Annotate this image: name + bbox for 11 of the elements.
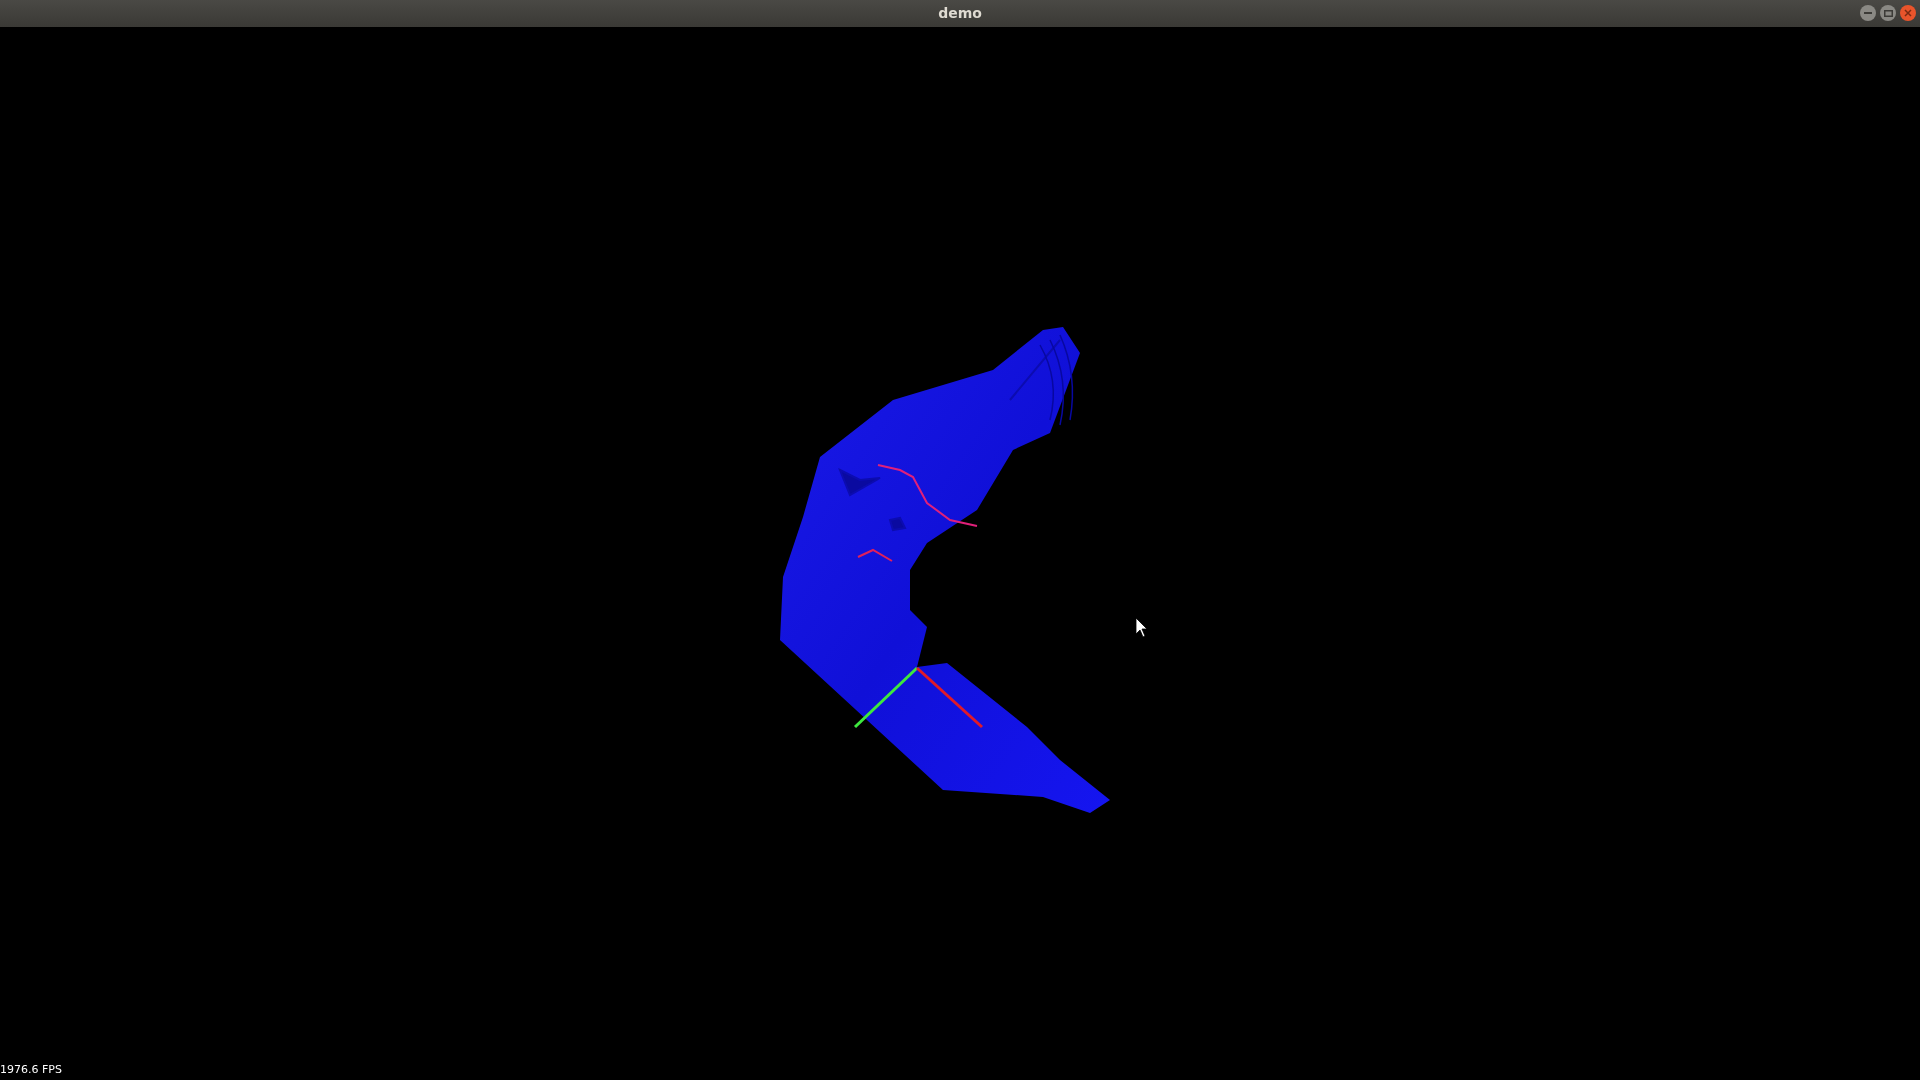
mouse-cursor-icon [1135,617,1148,638]
axis-x-line [916,666,983,729]
minimize-icon [1864,12,1872,14]
maximize-button[interactable] [1880,5,1896,21]
axis-y-line [853,666,919,729]
window-title: demo [938,4,982,23]
maximize-icon [1883,9,1893,17]
close-button[interactable] [1900,5,1916,21]
fps-counter: 1976.6 FPS [0,1063,62,1076]
minimize-button[interactable] [1860,5,1876,21]
close-icon [1904,9,1912,17]
